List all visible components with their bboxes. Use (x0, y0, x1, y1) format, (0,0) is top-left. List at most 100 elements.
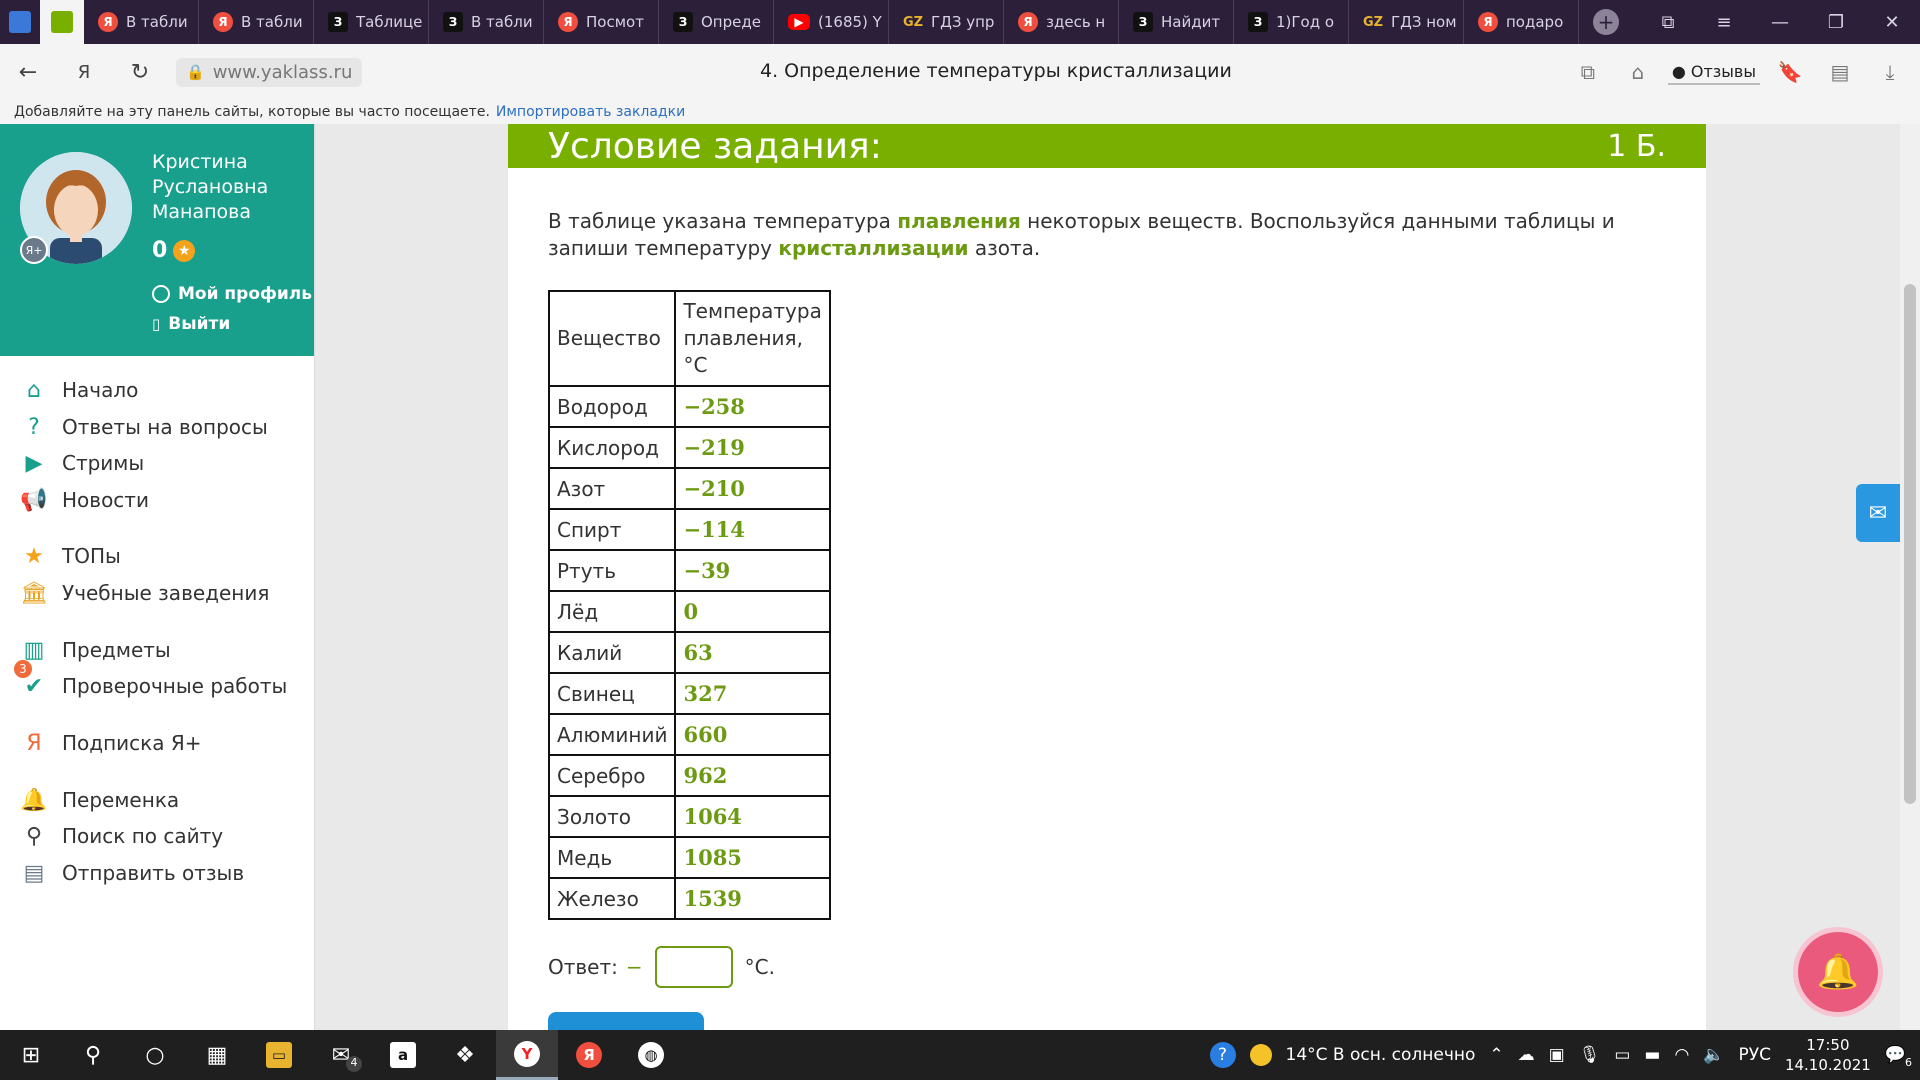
sidebar: Я+ Кристина Руслановна Манапова 0 ★ Мой … (0, 124, 315, 1030)
screen-icon[interactable]: ▭ (1614, 1045, 1630, 1065)
column-header-substance: Вещество (547, 290, 677, 387)
substance-cell: Железо (547, 877, 677, 920)
download-icon[interactable]: ⤓ (1870, 60, 1910, 84)
sidebar-item[interactable]: ? Ответы на вопросы (20, 413, 268, 441)
browser-tab[interactable]: GZ ГДЗ упр (889, 0, 1004, 44)
table-row: Спирт −114 (547, 508, 831, 551)
browser-tab[interactable]: Яподаро (1464, 0, 1579, 44)
browser-tab[interactable]: Я В табли (199, 0, 314, 44)
sidebar-item[interactable]: ⌂ Начало (20, 376, 138, 404)
sidebar-item-badge: 3 (14, 660, 32, 678)
url-field[interactable]: 🔒 www.yaklass.ru (176, 57, 363, 87)
pinned-tab-active[interactable] (40, 0, 84, 44)
sidebar-item[interactable]: ★ ТОПы (20, 542, 121, 570)
browser-tab[interactable]: З Найдит (1119, 0, 1234, 44)
browser-tab-label: 1)Год о (1276, 13, 1335, 31)
protect-icon[interactable]: ⌂ (1618, 60, 1658, 84)
scrollbar-thumb[interactable] (1904, 284, 1916, 804)
browser-tab[interactable]: З В табли (429, 0, 544, 44)
browser-tab[interactable]: Я Посмот (544, 0, 659, 44)
back-button[interactable]: ← (0, 60, 56, 85)
keyword-melting[interactable]: плавления (897, 209, 1021, 233)
notifications-icon[interactable]: 💬 6 (1885, 1045, 1912, 1069)
my-profile-link[interactable]: Мой профиль (152, 284, 312, 304)
page-scrollbar[interactable] (1900, 124, 1920, 1030)
sidebar-item[interactable]: 🔔 Переменка (20, 786, 179, 814)
chevron-up-icon[interactable]: ⌃ (1489, 1045, 1503, 1065)
alice-icon[interactable]: ◍ (620, 1030, 682, 1080)
wifi-icon[interactable]: ◠ (1674, 1045, 1689, 1065)
task-card: Условие задания: 1 Б. В таблице указана … (508, 124, 1706, 1030)
new-tab-button[interactable]: + (1593, 9, 1619, 35)
subscription-icon: Я (26, 730, 42, 756)
search-icon[interactable]: ⚲ (62, 1030, 124, 1080)
lock-icon: 🔒 (186, 63, 205, 81)
browser-tab[interactable]: Я В табли (84, 0, 199, 44)
page-content: Я+ Кристина Руслановна Манапова 0 ★ Мой … (0, 124, 1920, 1030)
language-indicator[interactable]: РУС (1738, 1045, 1770, 1065)
import-bookmarks-link[interactable]: Импортировать закладки (496, 104, 685, 120)
temperature-cell: −210 (674, 467, 831, 510)
bookmark-icon[interactable]: 🔖 (1770, 60, 1810, 84)
mail-icon[interactable]: ✉ (1856, 484, 1900, 542)
sidebar-item[interactable]: ✔ 3 Проверочные работы (14, 660, 287, 700)
yandex-home-button[interactable]: Я (56, 62, 112, 83)
browser-tab[interactable]: З Опреде (659, 0, 774, 44)
notification-bell-icon[interactable]: 🔔 (1798, 932, 1878, 1012)
browser-tab-strip: Я В табли Я В табли З Таблице З В табли Я Посмот З… (0, 0, 1920, 44)
substance-cell: Ртуть (547, 549, 677, 592)
browser-tab[interactable]: Яздесь н (1004, 0, 1119, 44)
menu-icon[interactable]: ≡ (1696, 12, 1752, 33)
device-icon[interactable]: ▣ (1549, 1045, 1565, 1065)
extensions-icon[interactable]: ⧉ (1568, 60, 1608, 84)
clock-time: 17:50 (1806, 1036, 1850, 1054)
close-window-button[interactable]: ✕ (1864, 12, 1920, 33)
browser-tab-label: здесь н (1046, 13, 1106, 31)
restore-button[interactable]: ❐ (1808, 12, 1864, 33)
reading-list-icon[interactable]: ▤ (1820, 60, 1860, 84)
reload-button[interactable]: ↻ (112, 60, 168, 85)
answer-input[interactable] (654, 946, 733, 988)
mail-app-icon[interactable]: ✉ 4 (310, 1030, 372, 1080)
browser-tab[interactable]: GZ ГДЗ ном (1349, 0, 1464, 44)
start-icon[interactable]: ⊞ (0, 1030, 62, 1080)
weather-text[interactable]: 14°C В осн. солнечно (1286, 1045, 1476, 1065)
logout-link[interactable]: ▯ Выйти (152, 314, 230, 334)
browser-tab[interactable]: З 1)Год о (1234, 0, 1349, 44)
file-explorer-icon[interactable]: ▭ (248, 1030, 310, 1080)
sidebar-item[interactable]: Я Подписка Я+ (20, 729, 201, 757)
minimize-button[interactable]: — (1752, 12, 1808, 33)
clock[interactable]: 17:50 14.10.2021 (1785, 1035, 1871, 1075)
volume-icon[interactable]: 🔈 (1703, 1045, 1724, 1065)
help-icon[interactable]: ? (1209, 1042, 1236, 1068)
sidebar-item[interactable]: ▥ Предметы (20, 636, 171, 664)
feedback-button[interactable]: ● Отзывы (1667, 60, 1760, 85)
table-header-row: Вещество Температура плавления, °С (547, 290, 831, 387)
sidebar-item[interactable]: 📢 Новости (20, 486, 149, 514)
sidebar-item[interactable]: ▤ Отправить отзыв (20, 859, 245, 887)
sidebar-item[interactable]: ⚲ Поиск по сайту (20, 822, 223, 850)
windows-taskbar: ⊞ ⚲ ○ ▦ ▭ ✉ 4 a ❖ Y Я ◍ ? 14°C В осн. сол… (0, 1030, 1920, 1080)
sidebar-item[interactable]: 🏛 Учебные заведения (20, 579, 269, 607)
microphone-icon[interactable]: 🎙 (1579, 1045, 1601, 1065)
task-view-icon[interactable]: ▦ (186, 1030, 248, 1080)
temperature-cell: 1539 (674, 877, 831, 920)
sidebar-item-label: Предметы (62, 638, 171, 662)
collections-icon[interactable]: ⧉ (1640, 12, 1696, 33)
browser-tab[interactable]: З Таблице (314, 0, 429, 44)
submit-button[interactable] (548, 1012, 704, 1030)
answer-sign: − (625, 955, 643, 979)
onedrive-icon[interactable]: ☁ (1518, 1045, 1535, 1065)
yandex-icon[interactable]: Я (558, 1030, 620, 1080)
browser-tab[interactable]: ▶ (1685) Y (774, 0, 889, 44)
tabs-menu-button[interactable] (0, 0, 40, 44)
yandex-browser-icon[interactable]: Y (496, 1030, 558, 1080)
battery-icon[interactable]: ▬ (1644, 1045, 1660, 1065)
my-profile-label: Мой профиль (178, 284, 312, 304)
dropbox-icon[interactable]: ❖ (434, 1030, 496, 1080)
clock-date: 14.10.2021 (1784, 1056, 1871, 1074)
amazon-icon[interactable]: a (372, 1030, 434, 1080)
sidebar-item[interactable]: ▶ Стримы (20, 449, 145, 477)
keyword-crystallization[interactable]: кристаллизации (778, 236, 968, 260)
cortana-icon[interactable]: ○ (124, 1030, 186, 1080)
